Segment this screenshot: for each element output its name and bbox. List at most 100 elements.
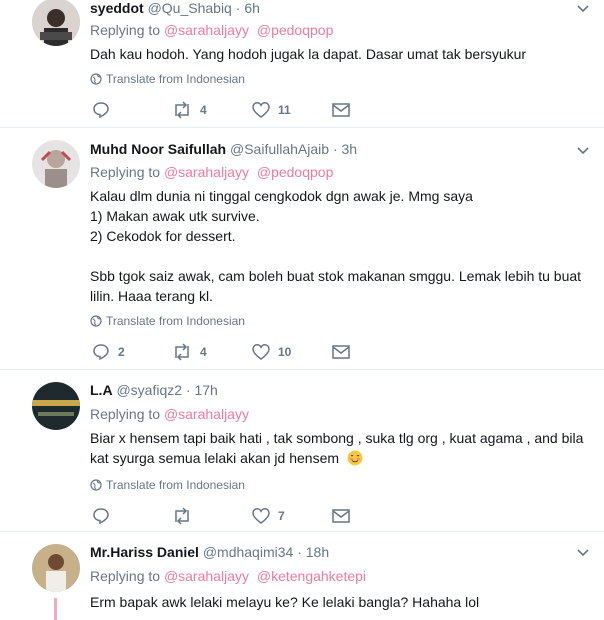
translate-link[interactable]: Translate from Indonesian xyxy=(90,72,245,86)
reply-button[interactable]: 2 xyxy=(92,342,125,362)
reply-button[interactable] xyxy=(92,506,118,526)
mention-link[interactable]: @pedoqpop xyxy=(257,22,334,38)
tweet-text-line: lilin. Haaa terang kl. xyxy=(90,288,213,304)
mention-link[interactable]: @sarahaljayy xyxy=(164,164,249,180)
direct-message-button[interactable] xyxy=(332,342,350,362)
replying-to: Replying to @sarahaljayy @ketengahketepi xyxy=(90,568,370,584)
tweet-text: Biar x hensem tapi baik hati , tak sombo… xyxy=(90,428,590,468)
like-count: 7 xyxy=(278,509,285,523)
user-name[interactable]: Mr.Hariss Daniel xyxy=(90,544,199,560)
tweet-3[interactable]: L.A @syafiqz2 · 17h Replying to @sarahal… xyxy=(0,370,604,532)
replying-to: Replying to @sarahaljayy @pedoqpop xyxy=(90,164,337,180)
avatar[interactable] xyxy=(32,544,80,592)
translate-label: Translate from Indonesian xyxy=(106,478,245,492)
avatar[interactable] xyxy=(32,140,80,188)
user-name[interactable]: syeddot xyxy=(90,0,144,16)
reply-button[interactable] xyxy=(92,100,118,120)
retweet-icon xyxy=(175,101,189,119)
avatar-photo xyxy=(32,140,80,188)
tweet-header: syeddot @Qu_Shabiq · 6h xyxy=(90,0,260,16)
retweet-button[interactable] xyxy=(172,506,200,526)
tweet-actions: 2 4 10 xyxy=(92,342,392,362)
retweet-icon xyxy=(175,507,189,525)
replying-to: Replying to @sarahaljayy @pedoqpop xyxy=(90,22,337,38)
mention-link[interactable]: @sarahaljayy xyxy=(164,568,249,584)
user-handle[interactable]: @mdhaqimi34 xyxy=(203,544,293,560)
direct-message-button[interactable] xyxy=(332,506,350,526)
translate-link[interactable]: Translate from Indonesian xyxy=(90,314,245,328)
chevron-down-icon[interactable] xyxy=(576,146,590,156)
tweet-actions: 7 xyxy=(92,506,392,526)
message-icon xyxy=(332,509,350,523)
direct-message-button[interactable] xyxy=(332,100,350,120)
avatar-photo xyxy=(32,382,80,430)
message-icon xyxy=(332,103,350,117)
user-handle[interactable]: @Qu_Shabiq xyxy=(148,0,232,16)
translate-label: Translate from Indonesian xyxy=(106,314,245,328)
tweet-text: Kalau dlm dunia ni tinggal cengkodok dgn… xyxy=(90,186,590,306)
retweet-count: 4 xyxy=(200,103,207,117)
tweet-2[interactable]: Muhd Noor Saifullah @SaifullahAjaib · 3h… xyxy=(0,128,604,370)
like-count: 10 xyxy=(278,345,292,359)
replying-label: Replying to xyxy=(90,406,161,422)
like-count: 11 xyxy=(278,103,291,117)
retweet-icon xyxy=(175,343,189,361)
globe-icon xyxy=(90,315,102,327)
like-icon xyxy=(252,508,270,524)
tweet-text: Dah kau hodoh. Yang hodoh jugak la dapat… xyxy=(90,44,590,64)
chevron-down-icon[interactable] xyxy=(576,4,590,14)
tweet-text-line: Biar x hensem tapi baik hati , tak sombo… xyxy=(90,430,584,446)
timestamp[interactable]: 3h xyxy=(342,141,358,157)
timestamp[interactable]: 17h xyxy=(194,382,217,398)
tweet-text-line: Erm bapak awk lelaki melayu ke? Ke lelak… xyxy=(90,594,480,610)
mention-link[interactable]: @sarahaljayy xyxy=(164,406,249,422)
avatar[interactable] xyxy=(32,0,80,46)
timestamp[interactable]: 18h xyxy=(306,544,329,560)
mention-link[interactable]: @sarahaljayy xyxy=(164,22,249,38)
reply-icon xyxy=(93,508,109,525)
avatar-photo xyxy=(32,544,80,592)
tweet-text-line-with-emoji: kat syurga semua lelaki akan jd hensem xyxy=(90,448,590,468)
user-name[interactable]: L.A xyxy=(90,382,113,398)
tweet-text-line: 2) Cekodok for dessert. xyxy=(90,228,236,244)
retweet-count: 4 xyxy=(200,345,207,359)
retweet-button[interactable]: 4 xyxy=(172,100,207,120)
like-button[interactable]: 11 xyxy=(252,100,291,120)
like-button[interactable]: 10 xyxy=(252,342,291,362)
globe-icon xyxy=(90,479,102,491)
tweet-text-line: kat syurga semua lelaki akan jd hensem xyxy=(90,450,340,466)
separator: · xyxy=(185,382,191,398)
user-name[interactable]: Muhd Noor Saifullah xyxy=(90,141,226,157)
tweet-header: Muhd Noor Saifullah @SaifullahAjaib · 3h xyxy=(90,141,357,157)
reply-count: 2 xyxy=(118,345,125,359)
tweet-text-line: Sbb tgok saiz awak, cam boleh buat stok … xyxy=(90,268,582,284)
tweet-header: Mr.Hariss Daniel @mdhaqimi34 · 18h xyxy=(90,544,329,560)
tweet-text: Erm bapak awk lelaki melayu ke? Ke lelak… xyxy=(90,592,590,612)
retweet-button[interactable]: 4 xyxy=(172,342,207,362)
replying-label: Replying to xyxy=(90,568,161,584)
separator: · xyxy=(297,544,302,560)
like-icon xyxy=(252,102,270,118)
chevron-down-icon[interactable] xyxy=(576,548,590,558)
tweet-actions: 4 11 xyxy=(92,100,392,120)
like-icon xyxy=(252,344,270,360)
mention-link[interactable]: @ketengahketepi xyxy=(257,568,366,584)
replying-label: Replying to xyxy=(90,22,161,38)
thread-line xyxy=(54,598,57,620)
reply-icon xyxy=(93,344,109,361)
tweet-text-line xyxy=(90,246,590,266)
user-handle[interactable]: @syafiqz2 xyxy=(116,382,182,398)
tweet-1[interactable]: syeddot @Qu_Shabiq · 6h Replying to @sar… xyxy=(0,0,604,128)
replying-to: Replying to @sarahaljayy xyxy=(90,406,253,422)
user-handle[interactable]: @SaifullahAjaib xyxy=(230,141,329,157)
timestamp[interactable]: 6h xyxy=(244,0,260,16)
replying-label: Replying to xyxy=(90,164,161,180)
smiling-face-emoji-icon xyxy=(347,450,363,466)
tweet-4[interactable]: Mr.Hariss Daniel @mdhaqimi34 · 18h Reply… xyxy=(0,532,604,620)
mention-link[interactable]: @pedoqpop xyxy=(257,164,334,180)
tweet-text-line: 1) Makan awak utk survive. xyxy=(90,208,260,224)
tweet-header: L.A @syafiqz2 · 17h xyxy=(90,382,218,398)
avatar[interactable] xyxy=(32,382,80,430)
translate-link[interactable]: Translate from Indonesian xyxy=(90,478,245,492)
like-button[interactable]: 7 xyxy=(252,506,285,526)
